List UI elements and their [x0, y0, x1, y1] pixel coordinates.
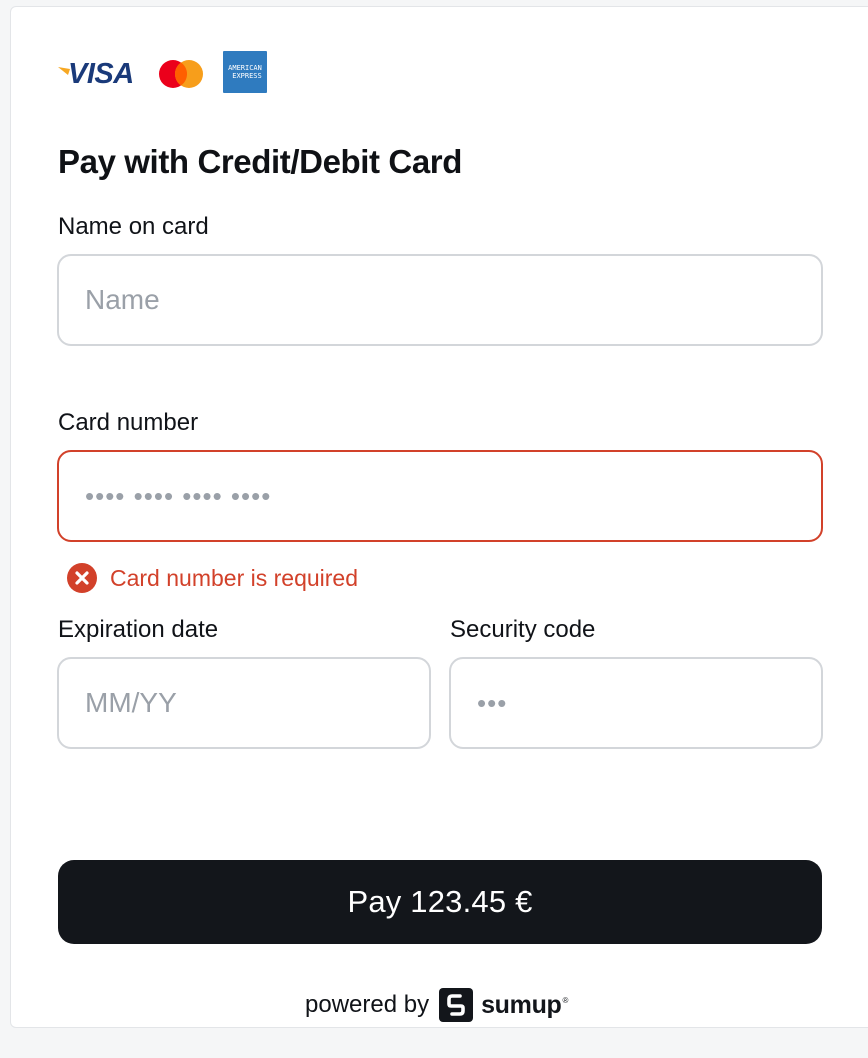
security-code-input[interactable]: •••	[449, 657, 823, 749]
expiration-label: Expiration date	[58, 616, 219, 643]
expiration-placeholder: MM/YY	[85, 687, 177, 718]
visa-flick-icon	[58, 67, 70, 75]
card-number-error: Card number is required	[66, 562, 358, 594]
mastercard-logo	[159, 60, 203, 88]
name-label: Name on card	[58, 213, 209, 240]
visa-logo: VISA	[58, 57, 136, 91]
pay-button[interactable]: Pay 123.45 €	[58, 860, 822, 944]
card-number-error-text: Card number is required	[110, 565, 359, 591]
amex-logo-line1: AMERICAN	[228, 64, 262, 72]
powered-by-footer: powered by sumup®	[305, 985, 568, 1025]
page-title: Pay with Credit/Debit Card	[58, 143, 463, 180]
card-number-label: Card number	[58, 409, 199, 436]
amex-logo-line2: EXPRESS	[232, 72, 262, 80]
card-number-input[interactable]: •••• •••• •••• ••••	[57, 450, 823, 542]
name-placeholder: Name	[85, 284, 160, 315]
security-code-placeholder: •••	[477, 688, 508, 718]
card-number-placeholder: •••• •••• •••• ••••	[85, 481, 272, 511]
security-code-label: Security code	[450, 616, 596, 643]
amex-logo: AMERICAN EXPRESS	[223, 51, 267, 93]
sumup-wordmark[interactable]: sumup®	[481, 991, 568, 1020]
sumup-registered-mark: ®	[562, 996, 569, 1006]
sumup-logo-icon[interactable]	[439, 988, 474, 1022]
name-input[interactable]: Name	[57, 254, 823, 346]
powered-by-text: powered by	[305, 991, 430, 1018]
error-x-icon	[67, 563, 97, 593]
sumup-brand-text: sumup	[481, 990, 562, 1019]
expiration-input[interactable]: MM/YY	[57, 657, 431, 749]
